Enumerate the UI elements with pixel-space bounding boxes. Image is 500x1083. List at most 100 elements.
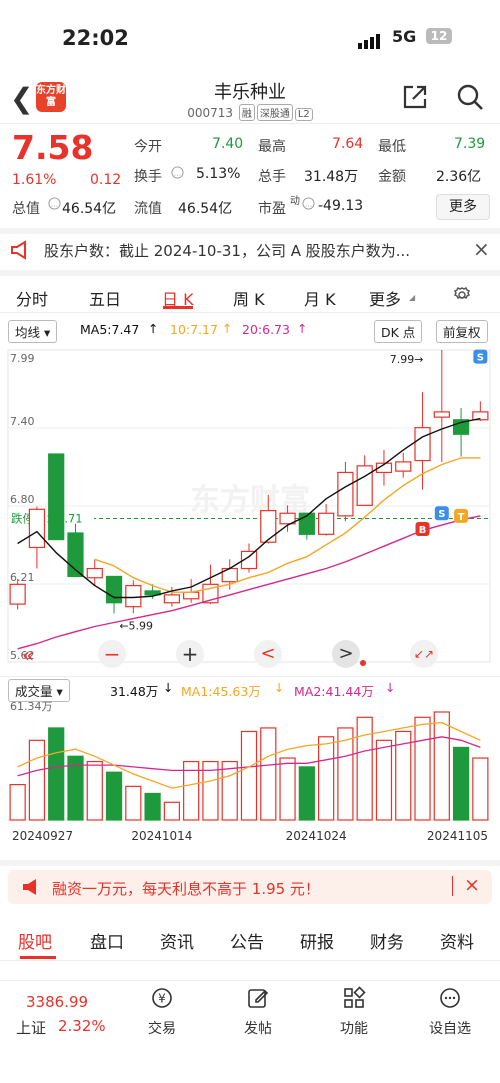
volume-chart[interactable]: 61.34万 20240927 20241014 20241024 20241105 xyxy=(0,698,500,848)
tab-news[interactable]: 资讯 xyxy=(160,928,194,953)
nav-functions[interactable]: 功能 xyxy=(324,986,384,1038)
volume-bar xyxy=(433,711,450,821)
svg-text:…: … xyxy=(51,199,58,208)
fullscreen-button[interactable]: ↙↗ xyxy=(410,640,438,668)
nav-post[interactable]: 发帖 xyxy=(228,986,288,1038)
trade-icon: ¥ xyxy=(152,988,172,1008)
notice-text[interactable]: 股东户数：截止 2024-10-31，公司 A 股股东户数为... xyxy=(44,240,410,261)
search-icon[interactable] xyxy=(455,82,485,112)
arrow-down-icon: ↓ xyxy=(163,680,174,695)
high-value: 7.64 xyxy=(332,136,364,152)
tab-monthly-k[interactable]: 月 K xyxy=(304,286,336,310)
close-icon[interactable]: × xyxy=(473,237,490,261)
info-icon[interactable]: … xyxy=(171,166,184,179)
more-icon xyxy=(440,988,460,1008)
info-icon[interactable]: … xyxy=(302,197,315,210)
close-icon[interactable]: × xyxy=(464,874,480,896)
volume-bar xyxy=(163,801,180,821)
status-time: 22:02 xyxy=(62,26,129,50)
candle-body xyxy=(183,591,200,600)
nav-post-label: 发帖 xyxy=(244,1021,272,1037)
candle-body xyxy=(48,453,65,541)
volume-bar xyxy=(375,739,393,821)
volume-bar xyxy=(318,736,335,821)
more-quote-button[interactable]: 更多 xyxy=(436,194,490,220)
high-annotation: 7.99→ xyxy=(390,353,424,366)
candle-body xyxy=(105,575,123,604)
float-label: 流值 xyxy=(134,201,162,217)
network-type: 5G xyxy=(392,27,417,46)
open-label: 今开 xyxy=(134,139,162,155)
nav-functions-label: 功能 xyxy=(340,1021,368,1037)
zoom-in-button[interactable]: + xyxy=(176,640,204,668)
volume-bar xyxy=(48,727,65,821)
gear-icon[interactable] xyxy=(451,284,473,306)
pe-value: -49.13 xyxy=(318,198,364,214)
nav-watchlist[interactable]: 设自选 xyxy=(420,986,480,1038)
tab-intraday[interactable]: 分时 xyxy=(16,286,48,310)
megaphone-icon xyxy=(11,240,26,260)
y-tick-label: 7.40 xyxy=(10,415,35,428)
tab-profile[interactable]: 资料 xyxy=(440,928,474,953)
tab-more[interactable]: 更多 xyxy=(369,286,401,310)
volume-value: 31.48万 xyxy=(304,169,359,185)
tab-5day[interactable]: 五日 xyxy=(89,286,121,310)
tab-guba[interactable]: 股吧 xyxy=(18,928,52,953)
bottom-nav: 3386.99 上证 2.32% ¥ 交易 发帖 功能 设自选 xyxy=(0,980,500,1083)
index-value[interactable]: 3386.99 xyxy=(26,993,88,1011)
tab-underline xyxy=(20,956,56,959)
battery-icon: 12 xyxy=(426,28,452,44)
pe-label: 市盈 xyxy=(258,201,286,217)
candle-body xyxy=(414,427,431,462)
nav-trade-label: 交易 xyxy=(148,1021,176,1037)
last-price: 7.58 xyxy=(12,128,94,167)
nav-trade[interactable]: ¥ 交易 xyxy=(132,986,192,1038)
candle-body xyxy=(395,461,412,472)
candle-body xyxy=(337,471,354,517)
low-label: 最低 xyxy=(378,139,406,155)
info-icon[interactable]: … xyxy=(48,197,61,210)
candle-body xyxy=(28,508,46,549)
y-tick-label: 6.21 xyxy=(10,571,35,584)
next-button[interactable]: > xyxy=(332,640,360,668)
ma20-legend: 20:6.73 xyxy=(242,322,290,337)
change-amount: 0.12 xyxy=(90,172,122,188)
promo-text[interactable]: 融资一万元，每天利息不高于 1.95 元！ xyxy=(52,878,320,899)
volume-bar xyxy=(356,716,373,821)
tab-orderbook[interactable]: 盘口 xyxy=(90,928,124,953)
volume-bar xyxy=(9,783,26,821)
volume-bar xyxy=(472,757,489,821)
candle-body xyxy=(163,594,180,604)
rewind-button[interactable]: « xyxy=(22,643,34,667)
ma-select-label: 均线 xyxy=(15,325,41,340)
volume-bar xyxy=(260,727,277,821)
tab-weekly-k[interactable]: 周 K xyxy=(233,286,265,310)
prev-button[interactable]: < xyxy=(254,640,282,668)
zoom-out-button[interactable]: − xyxy=(98,640,126,668)
signal-marker-label: S xyxy=(438,509,445,520)
divider xyxy=(452,876,453,896)
signal-marker-label: S xyxy=(477,353,484,364)
candle-body xyxy=(318,512,335,535)
low-value: 7.39 xyxy=(454,136,486,152)
arrow-down-icon: ↓ xyxy=(385,680,396,695)
high-label: 最高 xyxy=(258,139,286,155)
candlestick-chart[interactable]: 7.997.406.806.215.62东方财富跌停价：6.717.99→←5.… xyxy=(0,340,500,670)
arrow-up-icon: ↑ xyxy=(297,321,308,336)
amount-label: 金额 xyxy=(378,169,406,185)
cellular-signal-icon xyxy=(358,30,382,49)
y-tick-label: 6.80 xyxy=(10,493,35,506)
open-value: 7.40 xyxy=(212,136,244,152)
ma5-legend: MA5:7.47 xyxy=(80,322,140,337)
volume-bar xyxy=(414,716,431,821)
svg-text:…: … xyxy=(174,168,181,177)
volume-bar xyxy=(86,760,103,821)
limit-label: 跌停价：6.71 xyxy=(11,512,83,526)
share-icon[interactable] xyxy=(400,82,430,112)
tab-finance[interactable]: 财务 xyxy=(370,928,404,953)
x-tick-label: 20240927 xyxy=(12,829,73,843)
tab-research[interactable]: 研报 xyxy=(300,928,334,953)
tab-announcements[interactable]: 公告 xyxy=(230,928,264,953)
red-dot xyxy=(360,660,366,666)
volume-bar xyxy=(144,792,161,821)
